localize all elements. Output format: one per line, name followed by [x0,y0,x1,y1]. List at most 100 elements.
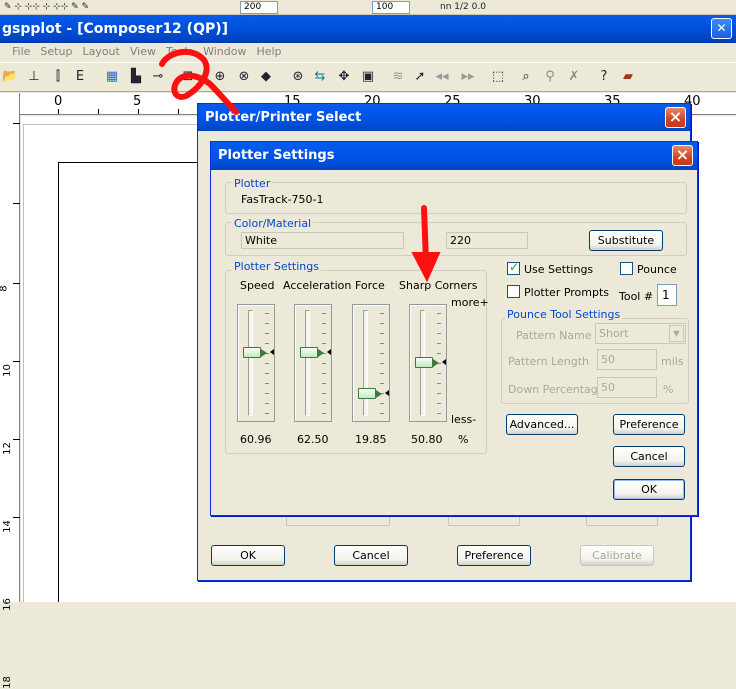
transfer-icon[interactable]: ⇆ [312,69,328,85]
advanced-button[interactable]: Advanced... [506,414,578,435]
plotter-name: FasTrack-750-1 [241,193,324,206]
printer-select-ok-button[interactable]: OK [211,545,285,566]
calibrate-button[interactable]: Calibrate [580,545,654,566]
printer-select-preference-button[interactable]: Preference [457,545,531,566]
app-close-icon[interactable]: ✕ [711,18,732,39]
printer-select-cancel-button[interactable]: Cancel [334,545,408,566]
plot-icon[interactable]: ⊞ [180,69,196,85]
acceleration-slider-thumb[interactable] [300,346,324,358]
select-arrow-icon[interactable]: ➚ [412,69,428,85]
align-bottom-icon[interactable]: E [72,69,88,85]
sharp-corners-slider-thumb[interactable] [415,357,439,369]
grid-icon[interactable]: ▦ [104,69,120,85]
speed-slider[interactable] [237,304,275,422]
acceleration-slider-pointer [327,348,331,355]
more-label: more+ [451,296,489,309]
force-slider[interactable] [352,304,390,422]
cutter-icon[interactable]: ⊗ [236,69,252,85]
menu-file[interactable]: File [0,43,35,61]
book-icon[interactable]: ▰ [620,69,636,85]
speed-slider-pointer [270,349,274,356]
align-center-icon[interactable]: ⫿ [50,69,66,85]
substitute-button[interactable]: Substitute [589,230,663,251]
sharp-corners-slider-pointer [442,359,446,366]
menu-setup[interactable]: Setup [35,43,77,61]
vruler-label: 10 [1,364,13,377]
top-toolbar-strip: ✎ ⊹ ⊹⊹ ⊹ ⊹⊹ ✎ ✎ 200 100 nn 1/2 0.0 [0,0,736,15]
scan-icon[interactable]: ⊛ [290,69,306,85]
open-icon[interactable]: 📂 [2,69,18,85]
tool-number-label: Tool # [619,290,654,303]
ruler-label: 5 [133,94,142,109]
sharp-corners-value: 50.80 [411,433,443,446]
vruler-label: 8 [0,285,10,291]
plotter-settings-ok-button[interactable]: OK [613,479,685,500]
down-percentage-field[interactable]: 50 [597,377,657,398]
acceleration-value: 62.50 [297,433,329,446]
sharp-corners-slider[interactable] [409,304,447,422]
plotter-icon[interactable]: ⊕ [212,69,228,85]
top-strip-values: nn 1/2 0.0 [440,2,486,12]
less-label: less- [451,413,477,426]
zoom-icon[interactable]: ⌕ [518,69,534,85]
plotter-settings-title-bar: Plotter Settings × [211,142,697,170]
crop-icon[interactable]: ⬚ [490,69,506,85]
zoom-field-2[interactable]: 100 [372,1,410,14]
plotter-settings-preference-button[interactable]: Preference [613,414,685,435]
force-slider-pointer [385,389,389,396]
unit-label: % [458,433,469,446]
fill-icon[interactable]: ▙ [128,69,144,85]
down-percentage-label: Down Percentage [508,383,605,396]
app-title-bar: gspplot - [Composer12 (QP)] ✕ [0,15,736,43]
printer-select-title: Plotter/Printer Select [205,110,362,125]
force-slider-thumb[interactable] [358,387,382,399]
pin-icon[interactable]: ⚲ [542,69,558,85]
plotter-group-label: Plotter [232,177,273,190]
pattern-length-field[interactable]: 50 [597,349,657,370]
pattern-length-label: Pattern Length [508,355,590,368]
app-title: gspplot - [Composer12 (QP)] [2,21,229,37]
tool-number-input[interactable]: 1 [657,284,677,306]
layers-icon[interactable]: ≋ [390,69,406,85]
forward-icon[interactable]: ▸▸ [460,69,476,85]
menu-layout[interactable]: Layout [77,43,124,61]
frame-icon[interactable]: ▣ [360,69,376,85]
menu-window[interactable]: Window [198,43,251,61]
menu-tools[interactable]: Tools [161,43,198,61]
color-material-label: Color/Material [232,217,314,230]
material-code-field: 220 [446,232,528,249]
menu-help[interactable]: Help [251,43,286,61]
node-icon[interactable]: ⊸ [150,69,166,85]
app-menu-bar: File Setup Layout View Tools Window Help [0,43,736,61]
help-icon[interactable]: ? [596,69,612,85]
down-percentage-unit: % [663,383,674,396]
plotter-prompts-checkbox[interactable] [507,285,520,298]
printer-select-title-bar: Plotter/Printer Select × [198,104,690,131]
weed-icon[interactable]: ◆ [258,69,274,85]
rewind-icon[interactable]: ◂◂ [434,69,450,85]
tools-cross-icon[interactable]: ✗ [566,69,582,85]
plotter-prompts-label: Plotter Prompts [524,286,610,299]
use-settings-checkbox[interactable] [507,260,520,275]
force-label: Force [355,279,385,292]
chevron-down-icon[interactable]: ▼ [669,325,684,342]
speed-label: Speed [240,279,275,292]
draw-tools-icons[interactable]: ✎ ⊹ ⊹⊹ ⊹ ⊹⊹ ✎ ✎ [4,2,89,13]
pattern-name-select[interactable]: Short ▼ [595,323,686,344]
printer-select-close-icon[interactable]: × [665,107,686,128]
acceleration-slider[interactable] [294,304,332,422]
menu-view[interactable]: View [125,43,161,61]
speed-slider-thumb[interactable] [243,347,267,359]
pattern-length-unit: mils [661,355,684,368]
align-left-icon[interactable]: ⊥ [26,69,42,85]
plotter-settings-cancel-button[interactable]: Cancel [613,446,685,467]
speed-value: 60.96 [240,433,272,446]
page-outline [58,162,218,602]
move-icon[interactable]: ✥ [336,69,352,85]
sharp-corners-label: Sharp Corners [399,279,478,292]
plotter-settings-close-icon[interactable]: × [672,145,693,166]
use-settings-label: Use Settings [524,263,594,276]
pounce-checkbox[interactable] [620,262,633,275]
zoom-field-1[interactable]: 200 [240,1,278,14]
main-toolbar: 📂 ⊥ ⫿ E ▦ ▙ ⊸ ⊞ ⊕ ⊗ ◆ ⊛ ⇆ ✥ ▣ ≋ ➚ ◂◂ ▸▸ … [0,62,736,92]
